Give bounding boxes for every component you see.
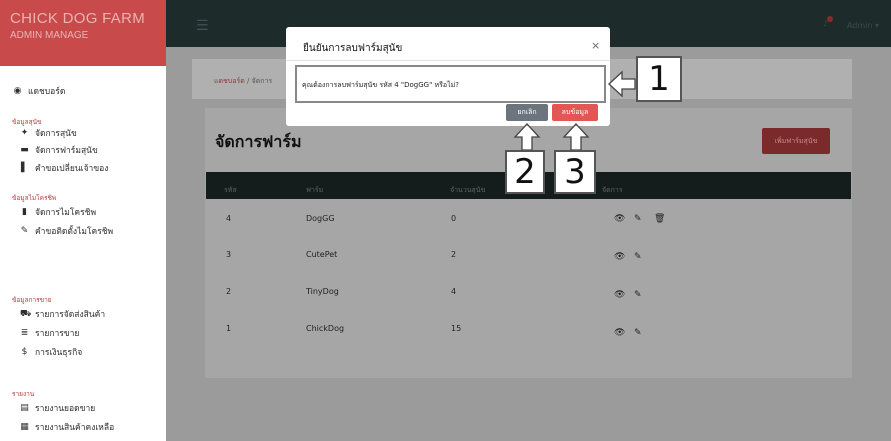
callout-number-1: 1 — [636, 56, 682, 102]
callout-number-2: 2 — [505, 150, 545, 194]
callout-number-3: 3 — [554, 150, 596, 194]
callout-arrow-3 — [562, 123, 590, 151]
callout-arrow-2 — [513, 123, 541, 151]
callout-arrows — [513, 70, 636, 151]
callout-arrow-1 — [608, 70, 636, 98]
